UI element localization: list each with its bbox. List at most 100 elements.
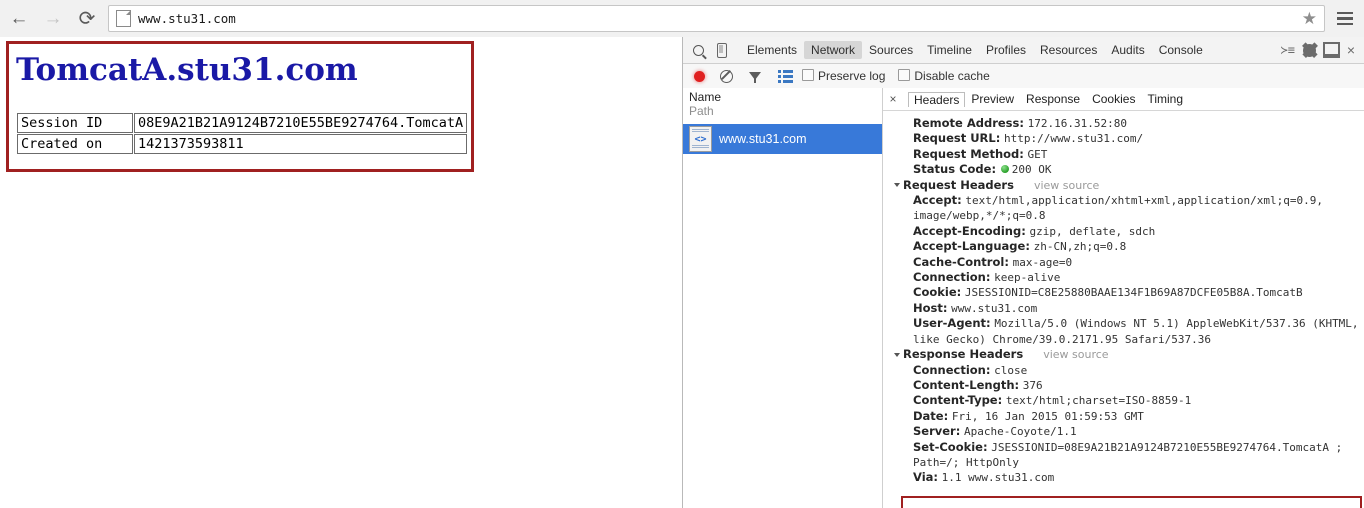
header-connection-req: Connection: keep-alive — [883, 270, 1364, 285]
header-value: 172.16.31.52:80 — [1027, 117, 1127, 130]
header-key: Status Code: — [913, 162, 997, 177]
devtools-toolbar-right: ≻≡ × — [1277, 39, 1362, 61]
header-value: keep-alive — [994, 271, 1061, 285]
tab-audits[interactable]: Audits — [1104, 41, 1151, 59]
tab-preview[interactable]: Preview — [965, 91, 1020, 107]
header-value: close — [994, 363, 1028, 377]
set-cookie-highlight — [901, 496, 1362, 508]
hamburger-menu-icon[interactable] — [1331, 4, 1359, 34]
header-value: GET — [1027, 147, 1048, 161]
header-cache-control: Cache-Control: max-age=0 — [883, 255, 1364, 270]
header-via: Via: 1.1 www.stu31.com — [883, 470, 1364, 485]
tab-response[interactable]: Response — [1020, 91, 1086, 107]
header-value: max-age=0 — [1012, 255, 1073, 269]
request-headers-title: Request Headers — [903, 177, 1014, 192]
disable-cache-checkbox[interactable]: Disable cache — [898, 69, 990, 83]
view-source-link[interactable]: view source — [1034, 178, 1099, 193]
header-accept-language: Accept-Language: zh-CN,zh;q=0.8 — [883, 239, 1364, 254]
header-value: text/html,application/xhtml+xml,applicat… — [913, 194, 1323, 223]
request-headers-section[interactable]: Request Headers view source — [883, 178, 1364, 193]
tab-console[interactable]: Console — [1152, 41, 1210, 59]
request-list-column: Name Path <> www.stu31.com — [683, 88, 883, 508]
chevron-down-icon — [894, 352, 900, 357]
header-content-length: Content-Length: 376 — [883, 378, 1364, 393]
header-key: Server: — [913, 424, 961, 439]
disable-cache-box[interactable] — [898, 69, 911, 81]
header-key: Connection: — [913, 362, 991, 377]
network-body: Name Path <> www.stu31.com × Headers Pre… — [683, 88, 1364, 508]
header-key: Cache-Control: — [913, 254, 1009, 269]
search-icon[interactable] — [686, 38, 710, 62]
tab-sources[interactable]: Sources — [862, 41, 920, 59]
header-value: Fri, 16 Jan 2015 01:59:53 GMT — [951, 409, 1144, 423]
reload-icon[interactable]: ⟳ — [72, 4, 102, 34]
header-value: text/html;charset=ISO-8859-1 — [1005, 394, 1192, 408]
dock-position-icon[interactable] — [1321, 39, 1343, 61]
header-accept-encoding: Accept-Encoding: gzip, deflate, sdch — [883, 224, 1364, 239]
address-bar[interactable]: www.stu31.com ★ — [108, 5, 1325, 32]
header-value: zh-CN,zh;q=0.8 — [1033, 240, 1127, 254]
response-headers-section[interactable]: Response Headers view source — [883, 347, 1364, 362]
tab-elements[interactable]: Elements — [740, 41, 804, 59]
group-list-icon[interactable] — [778, 69, 793, 83]
created-on-label: Created on — [17, 134, 133, 154]
tab-resources[interactable]: Resources — [1033, 41, 1104, 59]
header-key: Content-Length: — [913, 377, 1020, 392]
header-key: Content-Type: — [913, 393, 1003, 408]
header-key: User-Agent: — [913, 316, 991, 331]
header-key: Date: — [913, 408, 949, 423]
close-icon[interactable]: × — [1343, 42, 1359, 58]
tab-headers[interactable]: Headers — [908, 91, 966, 107]
header-connection-res: Connection: close — [883, 363, 1364, 378]
header-key: Remote Address: — [913, 116, 1024, 130]
drawer-toggle-icon[interactable]: ≻≡ — [1277, 39, 1299, 61]
header-host: Host: www.stu31.com — [883, 301, 1364, 316]
header-key: Cookie: — [913, 285, 962, 300]
preserve-log-checkbox[interactable]: Preserve log — [802, 69, 885, 83]
header-value: 376 — [1022, 378, 1043, 392]
tab-timeline[interactable]: Timeline — [920, 41, 979, 59]
status-ok-icon — [1000, 165, 1009, 174]
browser-window: ← → ⟳ www.stu31.com ★ TomcatA.stu31.com … — [0, 0, 1364, 508]
device-toggle-icon[interactable] — [710, 38, 734, 62]
funnel-filter-icon[interactable] — [749, 72, 761, 83]
headers-list: Remote Address: 172.16.31.52:80 Request … — [883, 111, 1364, 486]
header-key: Request Method: — [913, 146, 1024, 161]
header-key: Host: — [913, 300, 948, 315]
header-user-agent: User-Agent: Mozilla/5.0 (Windows NT 5.1)… — [883, 316, 1364, 347]
list-item[interactable]: <> www.stu31.com — [683, 124, 882, 154]
header-value: 1.1 www.stu31.com — [941, 471, 1055, 485]
bookmark-star-icon[interactable]: ★ — [1302, 10, 1317, 27]
header-key: Connection: — [913, 270, 991, 285]
table-row: Created on 1421373593811 — [17, 134, 468, 154]
tab-timing[interactable]: Timing — [1141, 91, 1189, 107]
preserve-log-box[interactable] — [802, 69, 814, 81]
header-key: Accept: — [913, 193, 962, 208]
header-cookie: Cookie: JSESSIONID=C8E25880BAAE134F1B69A… — [883, 285, 1364, 300]
tab-cookies[interactable]: Cookies — [1086, 91, 1141, 107]
table-row: Session ID 08E9A21B21A9124B7210E55BE9274… — [17, 113, 468, 133]
view-source-link[interactable]: view source — [1043, 347, 1108, 362]
page-viewport: TomcatA.stu31.com Session ID 08E9A21B21A… — [0, 37, 682, 508]
tab-network[interactable]: Network — [804, 41, 863, 59]
tab-profiles[interactable]: Profiles — [979, 41, 1033, 59]
gear-icon[interactable] — [1299, 39, 1321, 61]
request-name: www.stu31.com — [719, 132, 807, 146]
header-value: gzip, deflate, sdch — [1029, 224, 1156, 238]
column-header-name: Name — [689, 90, 722, 104]
header-key: Via: — [913, 470, 938, 485]
session-id-label: Session ID — [17, 113, 133, 133]
clear-icon[interactable] — [720, 69, 733, 83]
page-document-icon — [116, 10, 131, 27]
header-value: http://www.stu31.com/ — [1004, 132, 1144, 146]
header-request-method: Request Method: GET — [883, 147, 1364, 162]
back-arrow-icon[interactable]: ← — [4, 4, 34, 34]
forward-arrow-icon[interactable]: → — [38, 4, 68, 34]
details-close-icon[interactable]: × — [885, 92, 901, 106]
header-key: Accept-Language: — [913, 239, 1030, 254]
header-content-type: Content-Type: text/html;charset=ISO-8859… — [883, 393, 1364, 408]
devtools-panel: Elements Network Sources Timeline Profil… — [682, 37, 1364, 508]
network-subtoolbar: Preserve log Disable cache — [683, 64, 1364, 89]
header-accept: Accept: text/html,application/xhtml+xml,… — [883, 193, 1364, 224]
record-circle-icon[interactable] — [694, 70, 705, 82]
